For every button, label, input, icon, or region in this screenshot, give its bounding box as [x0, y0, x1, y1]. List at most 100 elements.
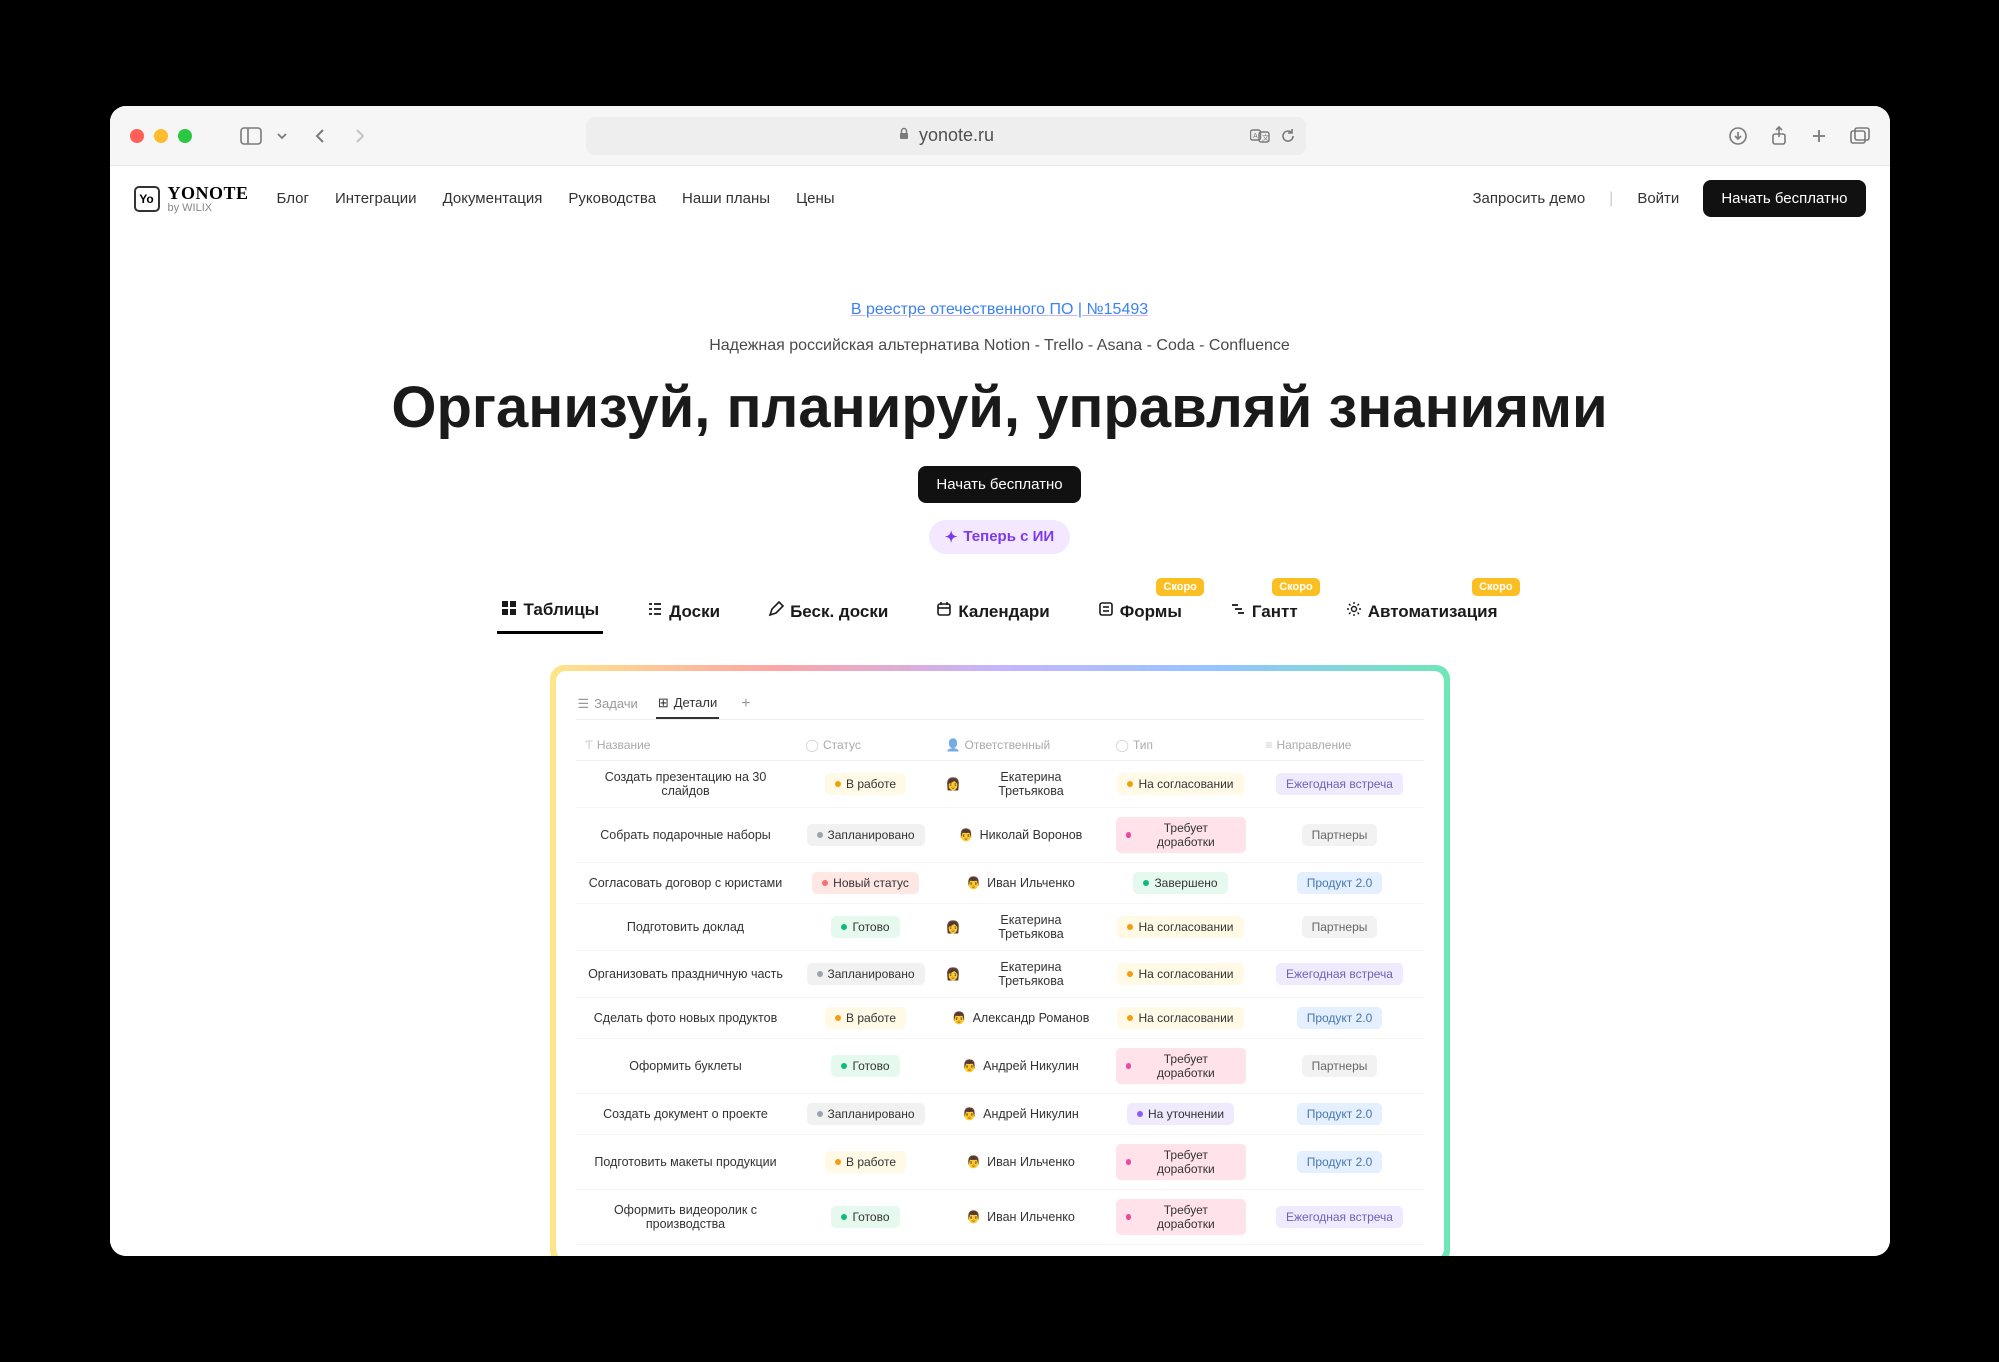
- form-icon: [1098, 601, 1114, 622]
- cell-person: 👨Иван Ильченко: [936, 862, 1106, 903]
- tabs-overview-icon[interactable]: [1850, 127, 1870, 145]
- avatar: 👩: [946, 920, 961, 934]
- hero-title: Организуй, планируй, управляй знаниями: [130, 375, 1870, 442]
- view-tab[interactable]: ☰Задачи: [576, 690, 640, 718]
- cell-name: Согласовать договор с юристами: [576, 862, 796, 903]
- new-tab-icon[interactable]: [1810, 127, 1828, 145]
- nav-link[interactable]: Цены: [796, 190, 835, 207]
- feature-tabs: Таблицы Доски Беск. доски Календари ФормыСко…: [130, 590, 1870, 635]
- table-row[interactable]: Подготовить макеты продукцииВ работе👨Ива…: [576, 1134, 1424, 1189]
- cell-name: Сделать фото новых продуктов: [576, 997, 796, 1038]
- feature-tab-form[interactable]: ФормыСкоро: [1094, 590, 1186, 634]
- cell-direction: Ежегодная встреча: [1256, 1189, 1424, 1244]
- feature-tab-calendar[interactable]: Календари: [932, 590, 1053, 634]
- cell-type: На согласовании: [1106, 997, 1256, 1038]
- lock-icon: [897, 125, 911, 146]
- maximize-window-button[interactable]: [178, 129, 192, 143]
- table-row[interactable]: Создать презентацию на 30 слайдовВ работ…: [576, 760, 1424, 807]
- login-link[interactable]: Войти: [1637, 190, 1679, 207]
- cell-person: 👩Екатерина Третьякова: [936, 903, 1106, 950]
- feature-tab-gantt[interactable]: ГанттСкоро: [1226, 590, 1302, 634]
- table-row[interactable]: Создать документ о проектеЗапланировано👨…: [576, 1093, 1424, 1134]
- nav-link[interactable]: Документация: [443, 190, 543, 207]
- sidebar-toggle-icon[interactable]: [240, 127, 262, 145]
- grid-icon: [501, 600, 517, 621]
- logo[interactable]: Yo YONOTE by WILIX: [134, 183, 249, 214]
- column-icon: ◯: [806, 738, 819, 752]
- request-demo-link[interactable]: Запросить демо: [1472, 190, 1585, 207]
- view-tab[interactable]: ⊞Детали: [656, 689, 719, 719]
- minimize-window-button[interactable]: [154, 129, 168, 143]
- cell-direction: Партнеры: [1256, 903, 1424, 950]
- feature-tab-automation[interactable]: АвтоматизацияСкоро: [1342, 590, 1502, 634]
- close-window-button[interactable]: [130, 129, 144, 143]
- back-button[interactable]: [312, 127, 330, 145]
- nav-link[interactable]: Блог: [277, 190, 309, 207]
- cell-direction: Продукт 2.0: [1256, 862, 1424, 903]
- avatar: 👨: [966, 1155, 981, 1169]
- feature-tab-pen[interactable]: Беск. доски: [764, 590, 892, 634]
- hero-cta-button[interactable]: Начать бесплатно: [918, 466, 1080, 503]
- column-header[interactable]: ƬНазвание: [576, 730, 796, 761]
- cell-status: В работе: [796, 760, 936, 807]
- nav-link[interactable]: Наши планы: [682, 190, 770, 207]
- cell-type: Требует доработки: [1106, 1038, 1256, 1093]
- chevron-down-icon[interactable]: [276, 130, 288, 142]
- browser-window: yonote.ru A文: [110, 106, 1890, 1256]
- column-header[interactable]: ◯Тип: [1106, 730, 1256, 761]
- forward-button[interactable]: [350, 127, 368, 145]
- feature-tab-grid[interactable]: Таблицы: [497, 590, 603, 634]
- ai-badge[interactable]: ✦ Теперь с ИИ: [929, 520, 1070, 554]
- avatar: 👨: [952, 1011, 967, 1025]
- table-row[interactable]: Оформить видеоролик с производстваГотово…: [576, 1189, 1424, 1244]
- tab-label: Беск. доски: [790, 602, 888, 622]
- avatar: 👩: [946, 777, 961, 791]
- translate-icon[interactable]: A文: [1250, 128, 1270, 144]
- cell-direction: Продукт 2.0: [1256, 1093, 1424, 1134]
- hero-subtitle: Надежная российская альтернатива Notion …: [130, 337, 1870, 355]
- column-header[interactable]: ≡Направление: [1256, 730, 1424, 761]
- feature-tab-board[interactable]: Доски: [643, 590, 724, 634]
- start-free-button[interactable]: Начать бесплатно: [1703, 180, 1865, 217]
- table-row[interactable]: Оформить буклетыГотово👨Андрей НикулинТре…: [576, 1038, 1424, 1093]
- view-tabs: ☰Задачи ⊞Детали +: [576, 689, 1424, 720]
- cell-type: На согласовании: [1106, 903, 1256, 950]
- main-nav: Блог Интеграции Документация Руководства Наш…: [277, 190, 835, 207]
- add-view-button[interactable]: +: [735, 695, 756, 713]
- avatar: 👩: [946, 967, 961, 981]
- cell-name: Оформить видеоролик с производства: [576, 1189, 796, 1244]
- preview-gradient-frame: ☰Задачи ⊞Детали + ƬНазвание◯Статус👤Ответст…: [550, 665, 1450, 1256]
- avatar: 👨: [962, 1107, 977, 1121]
- preview-panel: ☰Задачи ⊞Детали + ƬНазвание◯Статус👤Ответст…: [556, 671, 1444, 1256]
- avatar: 👨: [966, 1210, 981, 1224]
- cell-type: Требует доработки: [1106, 807, 1256, 862]
- list-icon: ☰: [578, 696, 590, 712]
- ai-badge-label: Теперь с ИИ: [963, 528, 1054, 545]
- table-row[interactable]: Согласовать договор с юристамиНовый стат…: [576, 862, 1424, 903]
- url-bar[interactable]: yonote.ru A文: [586, 117, 1306, 155]
- nav-link[interactable]: Интеграции: [335, 190, 417, 207]
- cell-person: 👨Иван Ильченко: [936, 1134, 1106, 1189]
- reload-icon[interactable]: [1280, 128, 1296, 144]
- tab-label: Формы: [1120, 602, 1182, 622]
- table-row[interactable]: Подготовить докладГотово👩Екатерина Треть…: [576, 903, 1424, 950]
- table-row[interactable]: Сделать фото новых продуктовВ работе👨Але…: [576, 997, 1424, 1038]
- table-row[interactable]: Собрать подарочные наборыЗапланировано👨Н…: [576, 807, 1424, 862]
- cell-status: В работе: [796, 1134, 936, 1189]
- nav-link[interactable]: Руководства: [568, 190, 656, 207]
- tab-label: Календари: [958, 602, 1049, 622]
- logo-text: YONOTE: [168, 183, 249, 204]
- tab-label: Гантт: [1252, 602, 1298, 622]
- table-row[interactable]: Организовать праздничную частьЗапланиров…: [576, 950, 1424, 997]
- cell-person: 👨Иван Ильченко: [936, 1189, 1106, 1244]
- logo-icon: Yo: [134, 186, 160, 212]
- cell-type: Завершено: [1106, 862, 1256, 903]
- column-header[interactable]: ◯Статус: [796, 730, 936, 761]
- share-icon[interactable]: [1770, 126, 1788, 146]
- registry-link[interactable]: В реестре отечественного ПО | №15493: [851, 301, 1148, 318]
- column-header[interactable]: 👤Ответственный: [936, 730, 1106, 761]
- downloads-icon[interactable]: [1728, 126, 1748, 146]
- column-icon: Ƭ: [586, 738, 593, 752]
- cell-type: На согласовании: [1106, 950, 1256, 997]
- column-icon: 👤: [946, 738, 961, 752]
